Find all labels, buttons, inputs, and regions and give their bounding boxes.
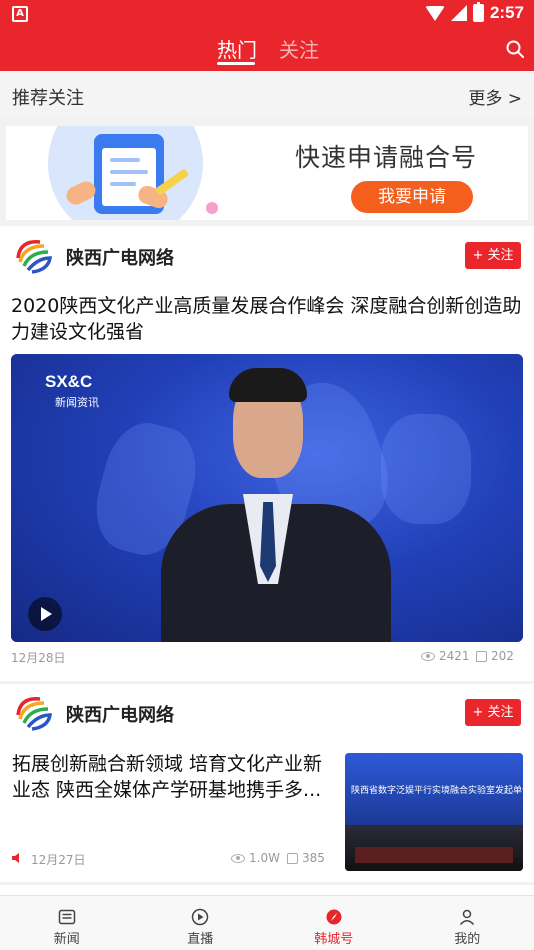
like-count[interactable]: 385 (287, 851, 325, 865)
recommend-bar: 推荐关注 更多 > (0, 71, 534, 117)
source-name[interactable]: 陕西广电网络 (66, 701, 174, 727)
nav-label: 我的 (454, 932, 481, 947)
active-tab-indicator (217, 62, 255, 65)
tab-hot[interactable]: 热门 (217, 34, 257, 63)
source-name[interactable]: 陕西广电网络 (66, 244, 174, 270)
news-thumbnail[interactable]: 陕西省数字泛娱平行实境融合实验室发起单位签约 (345, 753, 523, 871)
nav-label: 直播 (187, 932, 214, 947)
view-count: 1.0W (231, 851, 280, 865)
thumbs-up-icon (287, 852, 298, 864)
news-card[interactable]: 陕西广电网络 + 关注 2020陕西文化产业高质量发展合作峰会 深度融合创新创造… (0, 226, 534, 681)
post-date: 12月27日 (31, 853, 86, 867)
status-bar: A 2:57 (0, 0, 534, 28)
battery-icon (472, 2, 484, 22)
follow-button[interactable]: + 关注 (465, 242, 521, 269)
channel-logo-sub: 新闻资讯 (55, 396, 99, 409)
top-header: 热门 关注 (0, 28, 534, 71)
tab-follow[interactable]: 关注 (279, 34, 319, 63)
play-icon[interactable] (28, 597, 62, 631)
like-count[interactable]: 202 (476, 649, 514, 663)
thumbnail-caption: 陕西省数字泛娱平行实境融合实验室发起单位签约 (351, 786, 523, 796)
status-indicators: 2:57 (424, 2, 524, 23)
view-count: 2421 (421, 649, 470, 663)
nav-label: 韩城号 (314, 932, 354, 947)
bottom-nav: 新闻 直播 韩城号 我的 (0, 895, 534, 950)
nav-item-hancheng[interactable]: 韩城号 (267, 896, 401, 950)
news-icon (58, 909, 75, 925)
eye-icon (231, 853, 245, 863)
thumbs-up-icon (476, 650, 487, 662)
recommend-title: 推荐关注 (12, 88, 84, 109)
user-icon (460, 909, 475, 926)
play-circle-icon (192, 908, 209, 926)
news-card[interactable] (0, 885, 534, 895)
post-date: 12月28日 (11, 651, 66, 665)
wifi-icon (424, 5, 445, 21)
eye-icon (421, 651, 435, 661)
follow-button[interactable]: + 关注 (465, 699, 521, 726)
apply-banner[interactable]: 快速申请融合号 我要申请 (6, 126, 528, 220)
sxgd-logo-icon (16, 697, 53, 731)
search-icon[interactable] (506, 40, 524, 58)
banner-title: 快速申请融合号 (295, 143, 478, 172)
like-count-value: 202 (491, 649, 514, 663)
channel-logo: SX&C (45, 372, 93, 391)
news-card[interactable]: 陕西广电网络 + 关注 拓展创新融合新领域 培育文化产业新业态 陕西全媒体产学研… (0, 684, 534, 882)
app-notification-icon: A (12, 6, 28, 22)
nav-item-live[interactable]: 直播 (134, 896, 268, 950)
nav-item-mine[interactable]: 我的 (401, 896, 534, 950)
signal-icon (450, 5, 467, 21)
like-count-value: 385 (302, 851, 325, 865)
video-player[interactable]: SX&C 新闻资讯 (11, 354, 523, 642)
view-count-value: 2421 (439, 649, 470, 663)
speaker-icon (12, 853, 19, 863)
status-time: 2:57 (489, 3, 524, 22)
view-count-value: 1.0W (249, 851, 280, 865)
nav-label: 新闻 (53, 932, 80, 947)
more-link[interactable]: 更多 > (468, 84, 522, 109)
compass-icon (326, 909, 342, 925)
nav-item-news[interactable]: 新闻 (0, 896, 134, 950)
apply-button[interactable]: 我要申请 (351, 181, 473, 213)
sxgd-logo-icon (16, 240, 53, 274)
banner-dot (206, 202, 218, 214)
news-headline[interactable]: 2020陕西文化产业高质量发展合作峰会 深度融合创新创造助力建设文化强省 (11, 293, 526, 345)
news-headline[interactable]: 拓展创新融合新领域 培育文化产业新业态 陕西全媒体产学研基地携手多... (12, 751, 332, 803)
app-screen: A 2:57 热门 关注 推荐关注 更多 > 快速申请融合号 我要申请 陕西广电… (0, 0, 534, 950)
